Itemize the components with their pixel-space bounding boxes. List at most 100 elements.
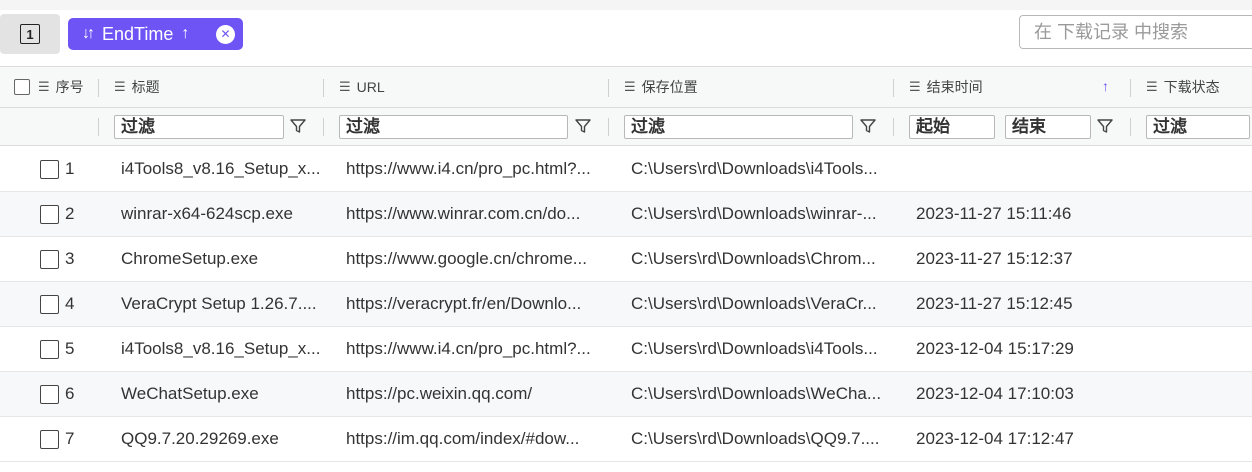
table-row[interactable]: 6 WeChatSetup.exe https://pc.weixin.qq.c… bbox=[0, 372, 1252, 417]
location-cell: C:\Users\rd\Downloads\i4Tools... bbox=[631, 159, 878, 178]
location-cell: C:\Users\rd\Downloads\winrar-... bbox=[631, 204, 877, 223]
select-all-checkbox[interactable] bbox=[14, 79, 30, 95]
row-checkbox[interactable] bbox=[40, 249, 59, 269]
url-cell: https://veracrypt.fr/en/Downlo... bbox=[346, 294, 582, 313]
endtime-cell bbox=[916, 147, 1126, 191]
row-index-cell: 6 bbox=[40, 372, 100, 416]
row-index: 4 bbox=[65, 294, 75, 313]
title-cell: WeChatSetup.exe bbox=[121, 384, 259, 403]
table-row[interactable]: 2 winrar-x64-624scp.exe https://www.winr… bbox=[0, 192, 1252, 237]
selection-count-button[interactable]: 1 bbox=[0, 14, 60, 54]
endtime-end-input[interactable] bbox=[1005, 115, 1091, 139]
column-header-endtime[interactable]: ☰ 结束时间 bbox=[909, 67, 983, 107]
column-separator bbox=[98, 118, 99, 136]
location-cell: C:\Users\rd\Downloads\Chrom... bbox=[631, 249, 876, 268]
row-checkbox[interactable] bbox=[40, 204, 59, 224]
url-filter-input[interactable] bbox=[339, 115, 568, 139]
title-cell: i4Tools8_v8.16_Setup_x... bbox=[121, 159, 321, 178]
row-index: 3 bbox=[65, 249, 75, 268]
column-menu-icon[interactable]: ☰ bbox=[624, 79, 636, 95]
column-label: 下载状态 bbox=[1163, 79, 1220, 95]
column-menu-icon[interactable]: ☰ bbox=[339, 79, 351, 95]
endtime-cell: 2023-11-27 15:12:37 bbox=[916, 249, 1073, 268]
url-cell: https://www.google.cn/chrome... bbox=[346, 249, 587, 268]
location-cell: C:\Users\rd\Downloads\QQ9.7.... bbox=[631, 429, 880, 448]
sort-icon: ↓↑ bbox=[82, 25, 95, 42]
table-row[interactable]: 3 ChromeSetup.exe https://www.google.cn/… bbox=[0, 237, 1252, 282]
table-row[interactable]: 7 QQ9.7.20.29269.exe https://im.qq.com/i… bbox=[0, 417, 1252, 462]
sort-ascending-icon[interactable]: ↑ bbox=[1102, 78, 1109, 94]
status-filter-input[interactable] bbox=[1146, 115, 1250, 139]
column-separator[interactable] bbox=[98, 79, 99, 97]
table-row[interactable]: 1 i4Tools8_v8.16_Setup_x... https://www.… bbox=[0, 147, 1252, 192]
column-separator bbox=[1130, 118, 1131, 136]
table-row[interactable]: 5 i4Tools8_v8.16_Setup_x... https://www.… bbox=[0, 327, 1252, 372]
column-menu-icon[interactable]: ☰ bbox=[114, 79, 126, 95]
selection-count: 1 bbox=[20, 24, 40, 44]
row-checkbox[interactable] bbox=[40, 294, 59, 314]
endtime-cell: 2023-12-04 17:10:03 bbox=[916, 384, 1074, 403]
endtime-start-input[interactable] bbox=[909, 115, 995, 139]
location-filter-input[interactable] bbox=[624, 115, 853, 139]
table-header: ☰ 序号 ☰ 标题 ☰ URL ☰ 保存位置 ☰ 结束时间 ↑ ☰ 下载状态 bbox=[0, 66, 1252, 108]
column-menu-icon[interactable]: ☰ bbox=[1146, 79, 1158, 95]
column-header-status[interactable]: ☰ 下载状态 bbox=[1146, 67, 1220, 107]
row-index: 1 bbox=[65, 159, 75, 178]
sort-field-label: EndTime bbox=[102, 23, 174, 44]
row-index: 7 bbox=[65, 429, 75, 448]
row-index: 5 bbox=[65, 339, 75, 358]
row-index-cell: 7 bbox=[40, 417, 100, 461]
select-all-cell bbox=[14, 67, 30, 107]
column-header-url[interactable]: ☰ URL bbox=[339, 67, 385, 107]
url-cell: https://im.qq.com/index/#dow... bbox=[346, 429, 580, 448]
column-separator[interactable] bbox=[608, 79, 609, 97]
row-checkbox[interactable] bbox=[40, 429, 59, 449]
filter-funnel-icon[interactable] bbox=[574, 117, 592, 135]
filter-row bbox=[0, 108, 1252, 146]
filter-funnel-icon[interactable] bbox=[1096, 117, 1114, 135]
row-checkbox[interactable] bbox=[40, 159, 59, 179]
location-cell: C:\Users\rd\Downloads\VeraCr... bbox=[631, 294, 877, 313]
column-separator bbox=[893, 118, 894, 136]
column-separator[interactable] bbox=[893, 79, 894, 97]
search-input[interactable] bbox=[1019, 15, 1252, 49]
location-cell: C:\Users\rd\Downloads\WeCha... bbox=[631, 384, 882, 403]
filter-funnel-icon[interactable] bbox=[289, 117, 307, 135]
column-menu-icon[interactable]: ☰ bbox=[909, 79, 921, 95]
column-separator[interactable] bbox=[323, 79, 324, 97]
row-index: 2 bbox=[65, 204, 75, 223]
toolbar: 1 ↓↑ EndTime ↑ ✕ bbox=[0, 10, 1252, 66]
row-index-cell: 1 bbox=[40, 147, 100, 191]
column-label: 保存位置 bbox=[641, 79, 698, 95]
sort-direction-arrow: ↑ bbox=[181, 25, 190, 42]
row-index-cell: 2 bbox=[40, 192, 100, 236]
column-header-location[interactable]: ☰ 保存位置 bbox=[624, 67, 698, 107]
location-cell: C:\Users\rd\Downloads\i4Tools... bbox=[631, 339, 878, 358]
row-checkbox[interactable] bbox=[40, 339, 59, 359]
endtime-cell: 2023-11-27 15:12:45 bbox=[916, 294, 1073, 313]
url-cell: https://pc.weixin.qq.com/ bbox=[346, 384, 533, 403]
close-icon[interactable]: ✕ bbox=[216, 24, 235, 44]
column-separator[interactable] bbox=[1130, 79, 1131, 97]
table-body: 1 i4Tools8_v8.16_Setup_x... https://www.… bbox=[0, 147, 1252, 462]
column-label: URL bbox=[356, 79, 385, 95]
table-row[interactable]: 4 VeraCrypt Setup 1.26.7.... https://ver… bbox=[0, 282, 1252, 327]
row-checkbox[interactable] bbox=[40, 384, 59, 404]
column-header-title[interactable]: ☰ 标题 bbox=[114, 67, 160, 107]
top-strip bbox=[0, 0, 1252, 10]
title-cell: i4Tools8_v8.16_Setup_x... bbox=[121, 339, 321, 358]
endtime-cell: 2023-12-04 15:17:29 bbox=[916, 339, 1074, 358]
url-cell: https://www.winrar.com.cn/do... bbox=[346, 204, 581, 223]
column-menu-icon[interactable]: ☰ bbox=[38, 79, 50, 95]
column-header-index[interactable]: ☰ 序号 bbox=[38, 67, 84, 107]
row-index-cell: 5 bbox=[40, 327, 100, 371]
title-filter-input[interactable] bbox=[114, 115, 284, 139]
row-index: 6 bbox=[65, 384, 75, 403]
sort-chip[interactable]: ↓↑ EndTime ↑ ✕ bbox=[68, 18, 243, 50]
title-cell: VeraCrypt Setup 1.26.7.... bbox=[121, 294, 317, 313]
url-cell: https://www.i4.cn/pro_pc.html?... bbox=[346, 339, 591, 358]
filter-funnel-icon[interactable] bbox=[859, 117, 877, 135]
row-index-cell: 4 bbox=[40, 282, 100, 326]
row-index-cell: 3 bbox=[40, 237, 100, 281]
column-label: 标题 bbox=[131, 79, 160, 95]
